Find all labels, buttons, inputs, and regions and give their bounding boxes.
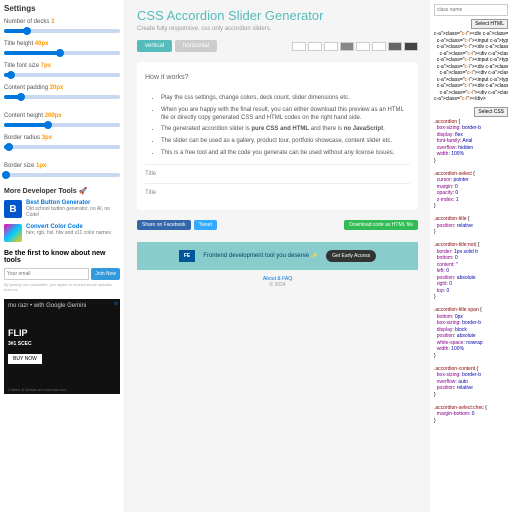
settings-sidebar: Settings Number of decks 3 Title height 4… — [0, 0, 125, 512]
bullet-item: The generated accordion slider is pure C… — [161, 126, 410, 134]
color-swatch[interactable] — [340, 42, 354, 51]
color-swatch[interactable] — [356, 42, 370, 51]
share-facebook-button[interactable]: Share on Facebook — [137, 220, 191, 230]
setting-0: Number of decks 3 — [4, 19, 120, 33]
share-twitter-button[interactable]: Tweet — [194, 220, 217, 230]
promo-banner[interactable]: FE Frontend development tool you deserve… — [137, 242, 418, 270]
setting-2: Title font size 7px — [4, 63, 120, 77]
slider-6[interactable] — [4, 173, 120, 177]
newsletter: Be the first to know about new tools Joi… — [4, 250, 120, 293]
select-css-button[interactable]: Select CSS — [474, 107, 508, 117]
setting-3: Content padding 20px — [4, 85, 120, 99]
accordion-item[interactable]: Title — [145, 164, 410, 183]
ad-brand: mo razr • with Google Gemini — [8, 303, 116, 309]
slider-2[interactable] — [4, 73, 120, 77]
slider-1[interactable] — [4, 51, 120, 55]
bullet-item: This is a free tool and all the code you… — [161, 150, 410, 158]
color-swatch[interactable] — [372, 42, 386, 51]
slider-0[interactable] — [4, 29, 120, 33]
ad-close-icon[interactable]: ⊘ — [114, 301, 118, 307]
setting-4: Content height 200px — [4, 113, 120, 127]
page-subtitle: Create fully responsive, css only accord… — [137, 26, 418, 32]
setting-1: Title height 40px — [4, 41, 120, 55]
color-swatch[interactable] — [324, 42, 338, 51]
email-input[interactable] — [4, 268, 89, 280]
settings-title: Settings — [4, 4, 120, 13]
download-button[interactable]: Download code as HTML file — [344, 220, 418, 230]
how-it-works-title[interactable]: How it works? — [145, 70, 410, 89]
bullet-item: Play the css settings, change colors, de… — [161, 95, 410, 103]
setting-6: Border size 1px — [4, 163, 120, 177]
banner-text: Frontend development tool you deserve ✨ — [203, 252, 318, 259]
color-swatch[interactable] — [292, 42, 306, 51]
main-content: CSS Accordion Slider Generator Create fu… — [125, 0, 430, 512]
newsletter-title: Be the first to know about new tools — [4, 250, 120, 264]
tools-heading: More Developer Tools 🚀 — [4, 187, 120, 195]
color-swatch[interactable] — [308, 42, 322, 51]
footer: About & FAQ © 2024 — [137, 276, 418, 288]
code-panel: Select HTML c-a">class="c-t"><div c-a">c… — [430, 0, 512, 512]
tool-icon: B — [4, 200, 22, 218]
accordion-preview: How it works? Play the css settings, cha… — [137, 62, 418, 210]
css-output[interactable]: .accordion { box-sizing: border-b displa… — [434, 119, 508, 431]
ad-buy-button[interactable]: BUY NOW — [8, 354, 42, 364]
banner-logo: FE — [179, 250, 195, 262]
copyright: © 2024 — [269, 282, 285, 288]
tool-icon — [4, 224, 22, 242]
advertisement[interactable]: ⊘ mo razr • with Google Gemini FLIP3#1 S… — [4, 299, 120, 394]
slider-5[interactable] — [4, 145, 120, 149]
slider-3[interactable] — [4, 95, 120, 99]
classname-input[interactable] — [434, 4, 508, 16]
tab-horizontal[interactable]: horizontal — [175, 40, 217, 52]
join-button[interactable]: Join Now — [91, 268, 120, 280]
color-picker — [292, 42, 418, 51]
bullet-item: The slider can be used as a gallery, pro… — [161, 138, 410, 146]
bullet-item: When you are happy with the final result… — [161, 107, 410, 123]
color-swatch[interactable] — [404, 42, 418, 51]
tool-link-1[interactable]: Convert Color Codehex, rgb, hsl, hlw and… — [4, 224, 120, 242]
accordion-item[interactable]: Title — [145, 183, 410, 202]
newsletter-disclaimer: By joining our newsletter, you agree to … — [4, 283, 120, 293]
color-swatch[interactable] — [388, 42, 402, 51]
slider-4[interactable] — [4, 123, 120, 127]
tab-vertical[interactable]: vertical — [137, 40, 172, 52]
select-html-button[interactable]: Select HTML — [471, 19, 508, 29]
ad-attribution: Claims & details at motorola.com — [8, 387, 66, 392]
html-output[interactable]: c-a">class="c-t"><div c-a">class="accord… — [434, 31, 508, 103]
tool-link-0[interactable]: BBest Button GeneratorOld school button … — [4, 200, 120, 218]
setting-5: Border radius 3px — [4, 135, 120, 149]
banner-cta-button[interactable]: Get Early Access — [326, 250, 376, 262]
page-title: CSS Accordion Slider Generator — [137, 8, 418, 23]
